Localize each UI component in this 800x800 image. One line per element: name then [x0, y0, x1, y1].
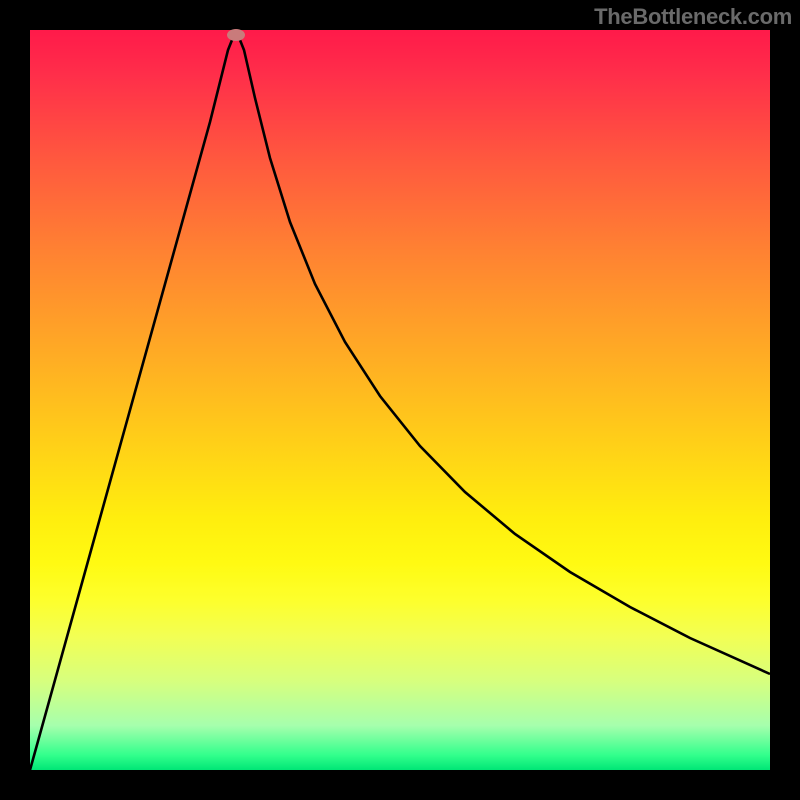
chart-container: TheBottleneck.com	[0, 0, 800, 800]
plot-area	[30, 30, 770, 770]
curve-svg	[30, 30, 770, 770]
watermark-text: TheBottleneck.com	[594, 4, 792, 30]
curve-line	[30, 30, 770, 770]
data-point-marker	[227, 29, 245, 41]
